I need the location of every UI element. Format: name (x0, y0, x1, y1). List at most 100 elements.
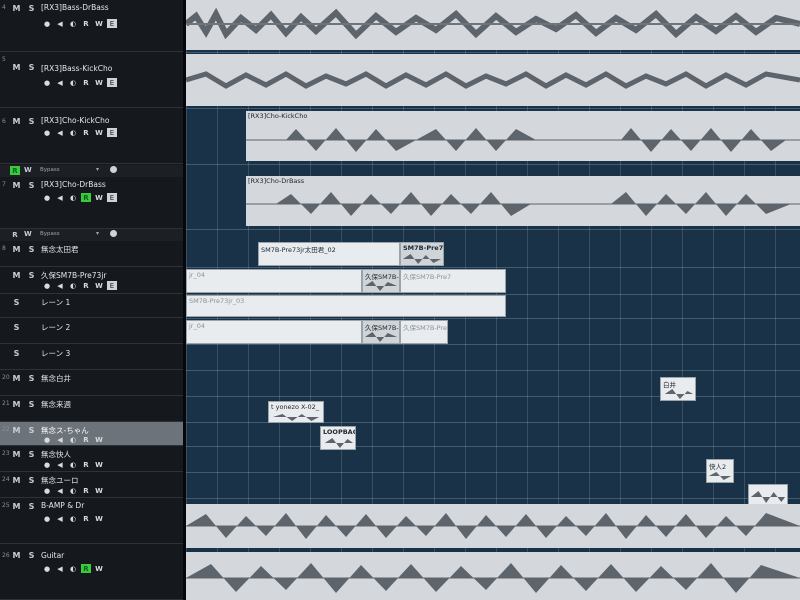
mute-button[interactable]: M (11, 449, 22, 460)
loop-icon[interactable]: ◐ (68, 514, 78, 523)
audio-event[interactable] (186, 552, 800, 600)
automation-lane-header[interactable]: R W Bypass ▾ (0, 229, 183, 241)
track-header[interactable]: 4 M S [RX3]Bass-DrBass ● ◀ ◐ R W E (0, 0, 183, 52)
solo-button[interactable]: S (26, 62, 37, 73)
monitor-icon[interactable]: ◀ (55, 281, 65, 290)
record-arm-icon[interactable]: ● (42, 78, 52, 87)
track-header-selected[interactable]: 22 M S 無念ス-ちゃん ● ◀ ◐ R W (0, 422, 183, 446)
loop-icon[interactable]: ◐ (68, 193, 78, 202)
automation-write-button[interactable]: W (24, 166, 32, 174)
edit-button[interactable]: E (107, 281, 117, 290)
edit-button[interactable]: E (107, 193, 117, 202)
audio-event[interactable]: SM7B-Pre73jr太田君_02 (258, 242, 400, 266)
loop-icon[interactable]: ◐ (68, 460, 78, 469)
mute-button[interactable]: M (11, 425, 22, 436)
monitor-icon[interactable]: ◀ (55, 486, 65, 495)
solo-button[interactable]: S (26, 180, 37, 191)
audio-event[interactable]: [RX3]Cho-KickCho (246, 111, 800, 161)
loop-icon[interactable]: ◐ (68, 281, 78, 290)
solo-button[interactable]: S (11, 348, 22, 359)
solo-button[interactable]: S (26, 475, 37, 486)
record-arm-icon[interactable]: ● (42, 19, 52, 28)
write-button[interactable]: W (94, 193, 104, 202)
record-arm-icon[interactable]: ● (42, 564, 52, 573)
automation-write-button[interactable]: W (24, 230, 32, 238)
audio-event[interactable]: 久保SM7B- (362, 320, 400, 344)
audio-event[interactable]: jr_04 (186, 269, 362, 293)
track-header[interactable]: 6 M S [RX3]Cho-KickCho ● ◀ ◐ R W E (0, 108, 183, 164)
mute-button[interactable]: M (11, 270, 22, 281)
solo-button[interactable]: S (26, 3, 37, 14)
write-button[interactable]: W (94, 460, 104, 469)
automation-parameter[interactable]: Bypass (40, 231, 60, 237)
audio-event[interactable]: 久保SM7B-Pre (400, 320, 448, 344)
solo-button[interactable]: S (26, 449, 37, 460)
track-header[interactable]: 5 M S [RX3]Bass-KickCho ● ◀ ◐ R W E (0, 52, 183, 108)
automation-parameter[interactable]: Bypass (40, 167, 60, 173)
automation-read-button[interactable]: R (10, 230, 20, 239)
record-arm-icon[interactable]: ● (42, 128, 52, 137)
monitor-icon[interactable]: ◀ (55, 193, 65, 202)
chevron-down-icon[interactable]: ▾ (96, 166, 99, 173)
record-arm-icon[interactable]: ● (42, 193, 52, 202)
monitor-icon[interactable]: ◀ (55, 19, 65, 28)
solo-button[interactable]: S (11, 322, 22, 333)
monitor-icon[interactable]: ◀ (55, 514, 65, 523)
loop-icon[interactable]: ◐ (68, 19, 78, 28)
lane-header[interactable]: S レーン 3 (0, 344, 183, 370)
arrange-area[interactable]: [RX3]Cho-KickCho [RX3]Cho-DrBass SM7B-Pr… (186, 0, 800, 600)
record-arm-icon[interactable]: ● (42, 435, 52, 444)
read-button[interactable]: R (81, 193, 91, 202)
mute-button[interactable]: M (11, 62, 22, 73)
mute-button[interactable]: M (11, 116, 22, 127)
solo-button[interactable]: S (11, 297, 22, 308)
audio-event[interactable]: jr_04 (186, 320, 362, 344)
automation-lane-header[interactable]: R W Bypass ▾ (0, 165, 183, 177)
solo-button[interactable]: S (26, 425, 37, 436)
track-header[interactable]: 26 M S Guitar ● ◀ ◐ R W (0, 544, 183, 600)
audio-event[interactable]: [RX3]Cho-DrBass (246, 176, 800, 226)
mute-button[interactable]: M (11, 244, 22, 255)
mute-button[interactable]: M (11, 550, 22, 561)
monitor-icon[interactable]: ◀ (55, 460, 65, 469)
write-button[interactable]: W (94, 564, 104, 573)
write-button[interactable]: W (94, 78, 104, 87)
write-button[interactable]: W (94, 435, 104, 444)
mute-button[interactable]: M (11, 399, 22, 410)
solo-button[interactable]: S (26, 244, 37, 255)
audio-event[interactable]: SM7B-Pre73jr_03 (186, 295, 506, 317)
audio-event[interactable]: 快人2 (706, 459, 734, 483)
monitor-icon[interactable]: ◀ (55, 78, 65, 87)
read-button[interactable]: R (81, 564, 91, 573)
edit-button[interactable]: E (107, 19, 117, 28)
automation-read-button[interactable]: R (10, 166, 20, 175)
read-button[interactable]: R (81, 460, 91, 469)
track-header[interactable]: 8 M S 無念太田君 (0, 241, 183, 267)
audio-event[interactable]: 久保SM7B-Pre7 (400, 269, 506, 293)
track-header[interactable]: 24 M S 無念ユーロ ● ◀ ◐ R W (0, 472, 183, 498)
track-header[interactable]: 20 M S 無念白井 (0, 370, 183, 396)
track-header[interactable]: 23 M S 無念快人 ● ◀ ◐ R W (0, 446, 183, 472)
track-header[interactable]: 25 M S B-AMP & Dr ● ◀ ◐ R W (0, 498, 183, 544)
audio-event[interactable]: 久保SM7B- (362, 269, 400, 293)
solo-button[interactable]: S (26, 270, 37, 281)
record-arm-icon[interactable]: ● (42, 460, 52, 469)
read-button[interactable]: R (81, 281, 91, 290)
solo-button[interactable]: S (26, 116, 37, 127)
solo-button[interactable]: S (26, 550, 37, 561)
monitor-icon[interactable]: ◀ (55, 128, 65, 137)
write-button[interactable]: W (94, 128, 104, 137)
loop-icon[interactable]: ◐ (68, 78, 78, 87)
lane-header[interactable]: S レーン 2 (0, 318, 183, 344)
record-arm-icon[interactable]: ● (42, 281, 52, 290)
mute-button[interactable]: M (11, 475, 22, 486)
monitor-icon[interactable]: ◀ (55, 435, 65, 444)
track-header[interactable]: 21 M S 無念来週 (0, 396, 183, 422)
loop-icon[interactable]: ◐ (68, 564, 78, 573)
loop-icon[interactable]: ◐ (68, 486, 78, 495)
audio-event[interactable]: SM7B-Pre73 (400, 242, 444, 266)
audio-event[interactable] (186, 504, 800, 548)
lane-header[interactable]: S レーン 1 (0, 294, 183, 318)
audio-event[interactable]: 白井 (660, 377, 696, 401)
read-button[interactable]: R (81, 514, 91, 523)
